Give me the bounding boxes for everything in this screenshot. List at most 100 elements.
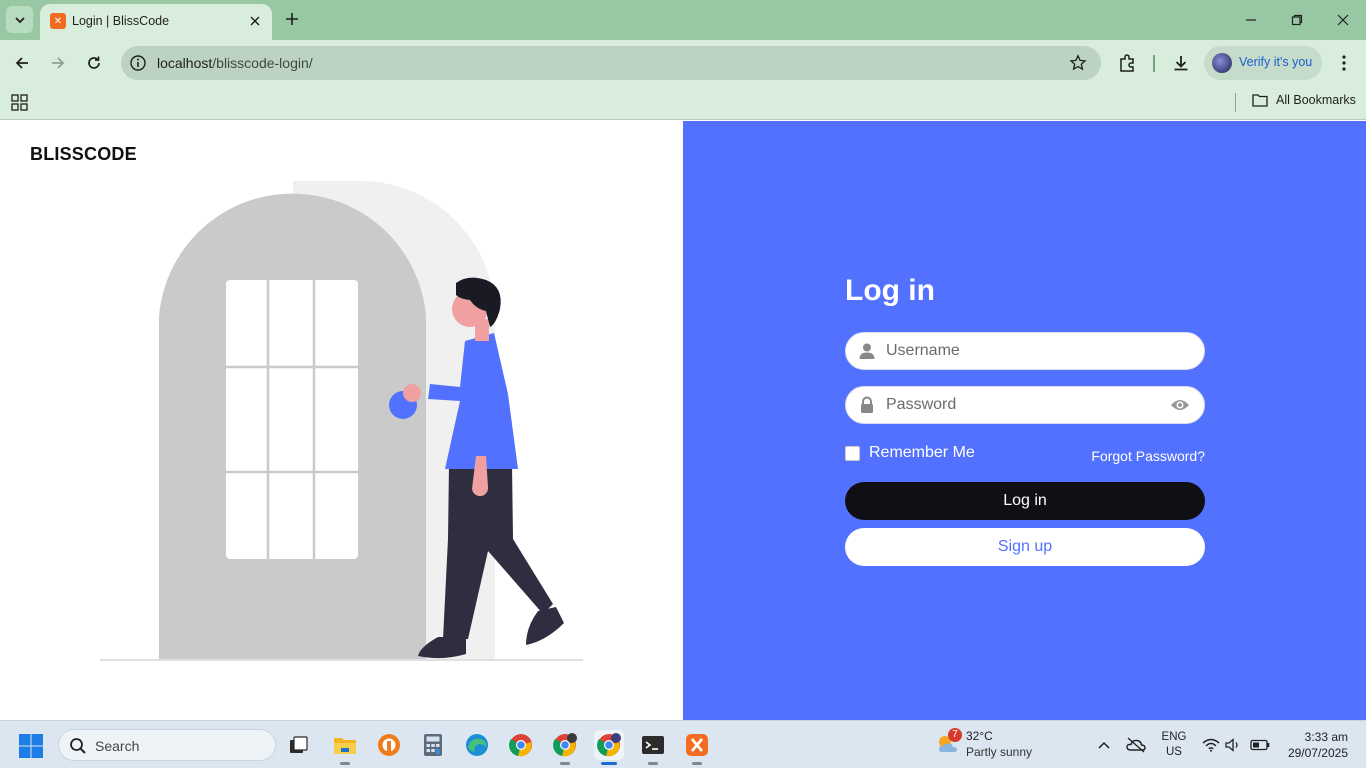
remember-me-label: Remember Me	[869, 444, 975, 461]
xampp-icon[interactable]	[682, 730, 712, 765]
running-indicator	[692, 762, 702, 765]
downloads-button[interactable]	[1170, 52, 1192, 74]
minimize-button[interactable]	[1228, 0, 1274, 40]
tab-title: Login | BlissCode	[72, 14, 170, 28]
language-indicator[interactable]: ENG US	[1160, 730, 1188, 760]
restore-icon	[1291, 14, 1303, 26]
volume-icon[interactable]	[1223, 735, 1243, 755]
chrome-active-icon[interactable]	[594, 730, 624, 765]
minimize-icon	[1246, 19, 1256, 21]
terminal-icon[interactable]	[638, 730, 668, 765]
close-window-button[interactable]	[1320, 0, 1366, 40]
clock-time: 3:33 am	[1304, 730, 1348, 744]
person-legs	[443, 464, 553, 639]
search-icon	[70, 738, 86, 754]
show-hidden-icons-button[interactable]	[1094, 735, 1114, 755]
chevron-up-icon	[1098, 741, 1110, 749]
download-icon	[1174, 56, 1188, 71]
edge-icon[interactable]	[462, 730, 492, 760]
reload-icon	[88, 56, 100, 69]
forward-arrow-icon	[52, 57, 65, 69]
taskbar-search[interactable]: Search	[58, 729, 276, 761]
task-view-icon[interactable]	[284, 730, 314, 760]
person-hand	[403, 384, 421, 402]
language-region: US	[1166, 746, 1182, 758]
tab-search-button[interactable]	[6, 6, 33, 33]
reload-button[interactable]	[81, 50, 107, 76]
restore-button[interactable]	[1274, 0, 1320, 40]
close-icon	[1337, 14, 1349, 26]
extensions-button[interactable]	[1116, 52, 1138, 74]
weather-description: Partly sunny	[966, 745, 1033, 759]
all-bookmarks-button[interactable]: All Bookmarks	[1252, 93, 1356, 107]
remember-me[interactable]: Remember Me	[845, 444, 975, 462]
form-options-row: Remember Me Forgot Password?	[845, 444, 1205, 468]
browser-tab-bar: ✕ Login | BlissCode	[0, 0, 1366, 40]
puzzle-icon	[1120, 54, 1134, 72]
bookmark-star-icon[interactable]	[1069, 54, 1087, 72]
clock-date: 29/07/2025	[1287, 746, 1348, 760]
person-shoe-front	[526, 607, 564, 645]
forward-button[interactable]	[45, 50, 71, 76]
back-arrow-icon	[15, 57, 28, 69]
language-code: ENG	[1161, 731, 1187, 743]
chrome-profile-icon[interactable]	[550, 730, 580, 765]
toolbar-divider	[1153, 55, 1155, 72]
url-host: localhost	[157, 55, 213, 71]
browser-menu-button[interactable]	[1333, 52, 1355, 74]
running-indicator	[648, 762, 658, 765]
forgot-password-link[interactable]: Forgot Password?	[1091, 448, 1205, 464]
login-panel: Log in Remember Me Forgot Password? Log …	[683, 121, 1366, 720]
address-bar[interactable]: localhost/blisscode-login/	[121, 46, 1101, 80]
weather-temperature: 32°C	[966, 729, 993, 743]
browser-tab[interactable]: ✕ Login | BlissCode	[40, 4, 272, 40]
search-label: Search	[95, 738, 140, 754]
file-explorer-icon[interactable]	[330, 730, 360, 765]
login-page: BLISSCODE Log in Username Remember Me Fo…	[0, 121, 1366, 720]
weather-alert-badge: 7	[948, 728, 962, 742]
door-window	[226, 280, 358, 559]
username-input[interactable]	[886, 333, 1166, 369]
lock-icon	[861, 396, 873, 413]
signup-button[interactable]: Sign up	[845, 528, 1205, 566]
remember-me-checkbox[interactable]	[845, 445, 860, 461]
chevron-down-icon	[14, 16, 25, 23]
kebab-menu-icon	[1342, 55, 1346, 71]
profile-verify-button[interactable]: Verify it's you	[1204, 46, 1322, 80]
tab-close-button[interactable]	[246, 12, 264, 30]
onedrive-offline-icon[interactable]	[1126, 735, 1146, 755]
new-tab-button[interactable]	[282, 9, 302, 29]
running-indicator	[601, 762, 617, 765]
windows-start-icon[interactable]	[18, 733, 44, 759]
form-title: Log in	[845, 274, 935, 307]
profile-avatar	[1212, 53, 1232, 73]
folder-icon	[1252, 94, 1268, 107]
calculator-icon[interactable]	[418, 730, 448, 760]
running-indicator	[560, 762, 570, 765]
password-field[interactable]	[845, 386, 1205, 424]
login-form: Log in Remember Me Forgot Password? Log …	[845, 274, 1205, 566]
verify-label: Verify it's you	[1239, 55, 1313, 69]
windows-taskbar: Search 7 32°C Partly sunny ENG US 3:33 a…	[0, 720, 1366, 768]
login-button[interactable]: Log in	[845, 482, 1205, 520]
bookmarks-divider	[1235, 93, 1236, 112]
site-info-icon[interactable]	[129, 54, 147, 72]
close-icon	[250, 16, 260, 26]
weather-widget[interactable]: 7 32°C Partly sunny	[936, 727, 1046, 763]
battery-icon[interactable]	[1250, 735, 1270, 755]
brand-logo: BLISSCODE	[30, 144, 137, 164]
eye-icon[interactable]	[1170, 397, 1190, 413]
browser-toolbar: localhost/blisscode-login/ Verify it's y…	[0, 40, 1366, 86]
chrome-icon[interactable]	[506, 730, 536, 760]
outlook-icon[interactable]	[374, 730, 404, 760]
password-input[interactable]	[886, 387, 1166, 423]
all-bookmarks-label: All Bookmarks	[1276, 93, 1356, 107]
system-clock[interactable]: 3:33 am 29/07/2025	[1288, 729, 1348, 761]
username-field[interactable]	[845, 332, 1205, 370]
back-button[interactable]	[9, 50, 35, 76]
apps-grid-icon[interactable]	[11, 94, 28, 111]
wifi-icon[interactable]	[1201, 735, 1221, 755]
bookmarks-bar: All Bookmarks	[0, 86, 1366, 120]
xampp-favicon-icon: ✕	[50, 13, 66, 29]
url-path: /blisscode-login/	[212, 55, 313, 71]
